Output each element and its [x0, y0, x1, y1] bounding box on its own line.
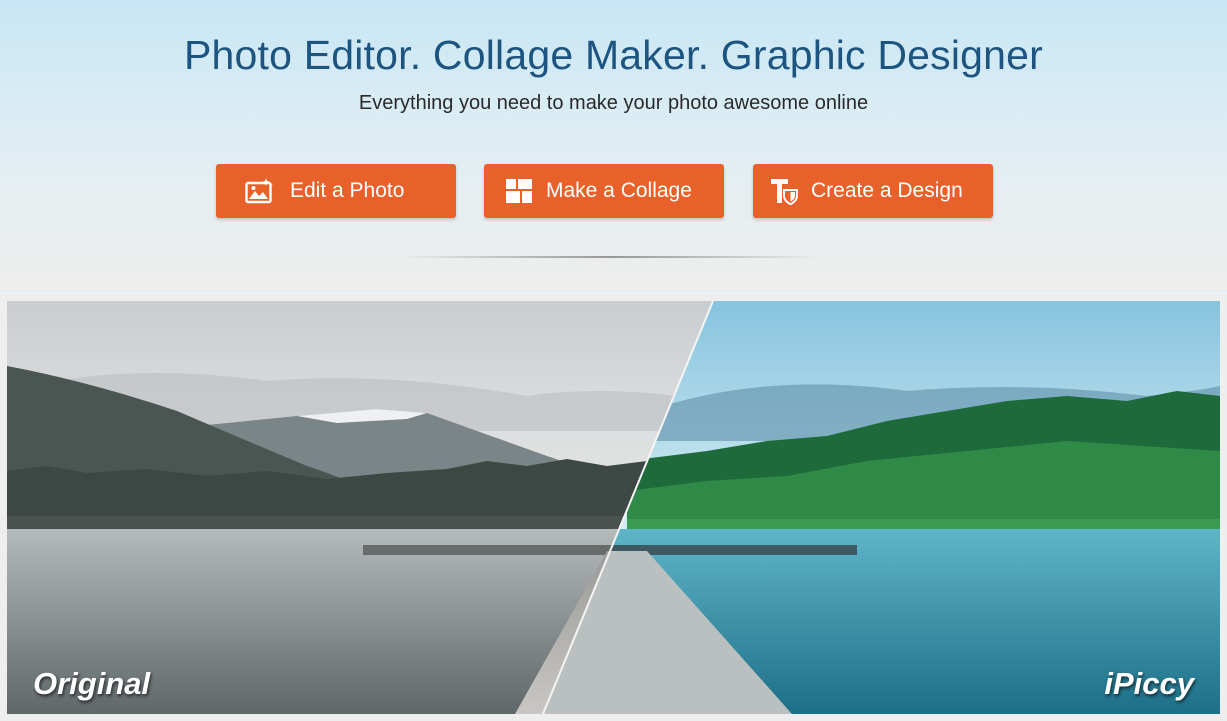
before-after-photo: Original iPiccy [7, 301, 1220, 714]
original-label: Original [33, 666, 151, 701]
create-design-button[interactable]: Create a Design [753, 164, 993, 218]
design-text-icon [769, 176, 799, 206]
divider-line [400, 256, 820, 258]
photo-edit-icon [244, 176, 274, 206]
make-collage-button[interactable]: Make a Collage [484, 164, 724, 218]
collage-grid-icon [504, 176, 534, 206]
edit-photo-button[interactable]: Edit a Photo [216, 164, 456, 218]
make-collage-label: Make a Collage [546, 179, 692, 202]
ipiccy-label: iPiccy [1104, 666, 1194, 701]
create-design-label: Create a Design [811, 179, 963, 202]
edit-photo-label: Edit a Photo [290, 179, 405, 202]
page-subtitle: Everything you need to make your photo a… [358, 92, 869, 114]
page-title: Photo Editor. Collage Maker. Graphic Des… [183, 32, 1044, 78]
